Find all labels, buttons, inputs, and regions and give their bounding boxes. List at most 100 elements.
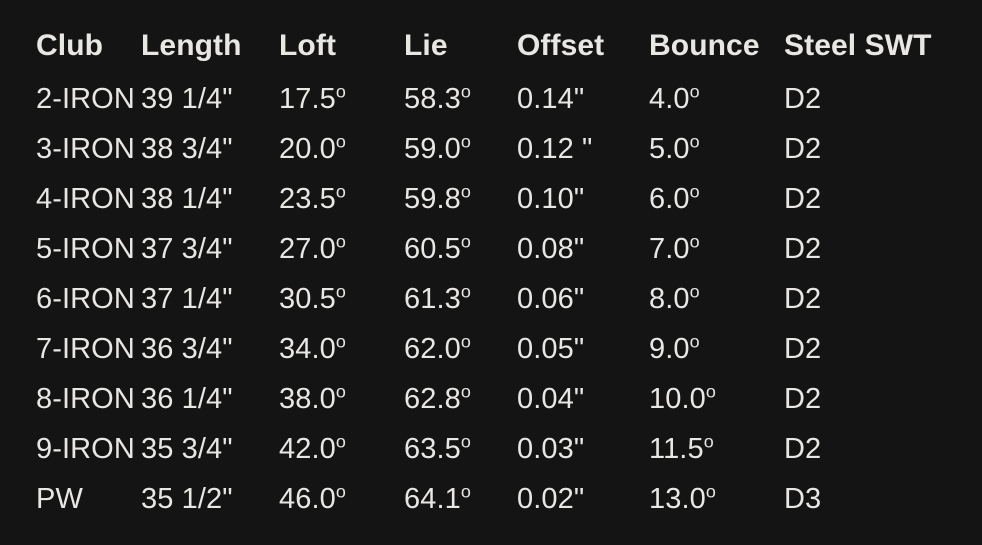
cell-loft: 42.0o <box>279 424 404 474</box>
degree-symbol: o <box>460 80 471 101</box>
cell-lie-value: 59.0 <box>404 132 461 165</box>
degree-symbol: o <box>460 480 471 501</box>
cell-offset: 0.02" <box>517 482 585 515</box>
cell-lie: 61.3o <box>404 274 517 324</box>
degree-symbol: o <box>460 430 471 451</box>
column-header-bounce: Bounce <box>649 29 760 62</box>
degree-symbol: o <box>335 480 346 501</box>
degree-symbol: o <box>689 280 700 301</box>
degree-symbol: o <box>460 180 471 201</box>
table-body: 2-IRON 39 1/4" 17.5o 58.3o 0.14" 4.0o D2 3-IRON… <box>0 74 982 524</box>
degree-symbol: o <box>705 480 716 501</box>
cell-bounce-value: 6.0 <box>649 182 690 215</box>
cell-bounce-value: 8.0 <box>649 282 690 315</box>
cell-club: 6-IRON <box>36 282 135 315</box>
cell-steel-swt: D2 <box>784 82 822 115</box>
cell-length: 37 1/4" <box>141 282 233 315</box>
cell-offset: 0.05" <box>517 332 585 365</box>
table-header-row: Club Length Loft Lie Offset Bounce Steel… <box>0 0 982 74</box>
degree-symbol: o <box>689 230 700 251</box>
cell-bounce-value: 9.0 <box>649 332 690 365</box>
cell-loft-value: 20.0 <box>279 132 336 165</box>
column-header-loft: Loft <box>279 29 337 62</box>
specifications-panel: Club Length Loft Lie Offset Bounce Steel… <box>0 0 982 545</box>
cell-lie: 63.5o <box>404 424 517 474</box>
cell-loft: 30.5o <box>279 274 404 324</box>
cell-offset: 0.12 " <box>517 132 593 165</box>
degree-symbol: o <box>689 130 700 151</box>
cell-lie-value: 61.3 <box>404 282 461 315</box>
degree-symbol: o <box>335 330 346 351</box>
cell-loft-value: 42.0 <box>279 432 336 465</box>
cell-lie: 62.8o <box>404 374 517 424</box>
cell-loft-value: 34.0 <box>279 332 336 365</box>
cell-club: 9-IRON <box>36 432 135 465</box>
column-header-steel-swt: Steel SWT <box>784 29 932 62</box>
golf-iron-specifications-table: Club Length Loft Lie Offset Bounce Steel… <box>0 0 982 524</box>
table-row: 2-IRON 39 1/4" 17.5o 58.3o 0.14" 4.0o D2 <box>0 74 982 124</box>
cell-bounce: 5.0o <box>649 124 784 174</box>
cell-steel-swt: D2 <box>784 382 822 415</box>
cell-lie-value: 64.1 <box>404 482 461 515</box>
cell-club: 2-IRON <box>36 82 135 115</box>
cell-steel-swt: D2 <box>784 232 822 265</box>
degree-symbol: o <box>460 330 471 351</box>
cell-lie: 59.0o <box>404 124 517 174</box>
degree-symbol: o <box>460 230 471 251</box>
cell-length: 37 3/4" <box>141 232 233 265</box>
cell-length: 36 1/4" <box>141 382 233 415</box>
cell-offset: 0.03" <box>517 432 585 465</box>
degree-symbol: o <box>335 280 346 301</box>
column-header-length: Length <box>141 29 242 62</box>
table-row: 4-IRON 38 1/4" 23.5o 59.8o 0.10" 6.0o D2 <box>0 174 982 224</box>
cell-loft: 34.0o <box>279 324 404 374</box>
cell-loft-value: 46.0 <box>279 482 336 515</box>
cell-club: 4-IRON <box>36 182 135 215</box>
cell-bounce: 4.0o <box>649 74 784 124</box>
cell-bounce: 13.0o <box>649 474 784 524</box>
cell-steel-swt: D2 <box>784 132 822 165</box>
table-header: Club Length Loft Lie Offset Bounce Steel… <box>0 0 982 74</box>
cell-club: 3-IRON <box>36 132 135 165</box>
cell-bounce: 6.0o <box>649 174 784 224</box>
cell-steel-swt: D2 <box>784 332 822 365</box>
cell-bounce-value: 7.0 <box>649 232 690 265</box>
cell-lie-value: 62.0 <box>404 332 461 365</box>
cell-loft: 27.0o <box>279 224 404 274</box>
cell-bounce: 10.0o <box>649 374 784 424</box>
cell-lie: 64.1o <box>404 474 517 524</box>
cell-loft: 23.5o <box>279 174 404 224</box>
cell-lie-value: 60.5 <box>404 232 461 265</box>
degree-symbol: o <box>703 430 714 451</box>
cell-loft: 20.0o <box>279 124 404 174</box>
degree-symbol: o <box>335 430 346 451</box>
column-header-lie: Lie <box>404 29 448 62</box>
cell-bounce-value: 13.0 <box>649 482 706 515</box>
cell-lie: 59.8o <box>404 174 517 224</box>
table-row: 9-IRON 35 3/4" 42.0o 63.5o 0.03" 11.5o D2 <box>0 424 982 474</box>
table-row: 6-IRON 37 1/4" 30.5o 61.3o 0.06" 8.0o D2 <box>0 274 982 324</box>
cell-lie-value: 63.5 <box>404 432 461 465</box>
cell-loft: 17.5o <box>279 74 404 124</box>
degree-symbol: o <box>335 230 346 251</box>
degree-symbol: o <box>460 280 471 301</box>
cell-offset: 0.14" <box>517 82 585 115</box>
degree-symbol: o <box>335 130 346 151</box>
table-row: 5-IRON 37 3/4" 27.0o 60.5o 0.08" 7.0o D2 <box>0 224 982 274</box>
degree-symbol: o <box>335 180 346 201</box>
table-row: 7-IRON 36 3/4" 34.0o 62.0o 0.05" 9.0o D2 <box>0 324 982 374</box>
cell-steel-swt: D3 <box>784 482 822 515</box>
cell-loft-value: 27.0 <box>279 232 336 265</box>
column-header-club: Club <box>36 29 104 62</box>
cell-loft-value: 30.5 <box>279 282 336 315</box>
cell-loft-value: 38.0 <box>279 382 336 415</box>
cell-steel-swt: D2 <box>784 432 822 465</box>
degree-symbol: o <box>705 380 716 401</box>
table-row: 8-IRON 36 1/4" 38.0o 62.8o 0.04" 10.0o D2 <box>0 374 982 424</box>
cell-length: 38 3/4" <box>141 132 233 165</box>
cell-length: 35 3/4" <box>141 432 233 465</box>
cell-length: 39 1/4" <box>141 82 233 115</box>
cell-offset: 0.04" <box>517 382 585 415</box>
cell-loft: 46.0o <box>279 474 404 524</box>
column-header-offset: Offset <box>517 29 605 62</box>
